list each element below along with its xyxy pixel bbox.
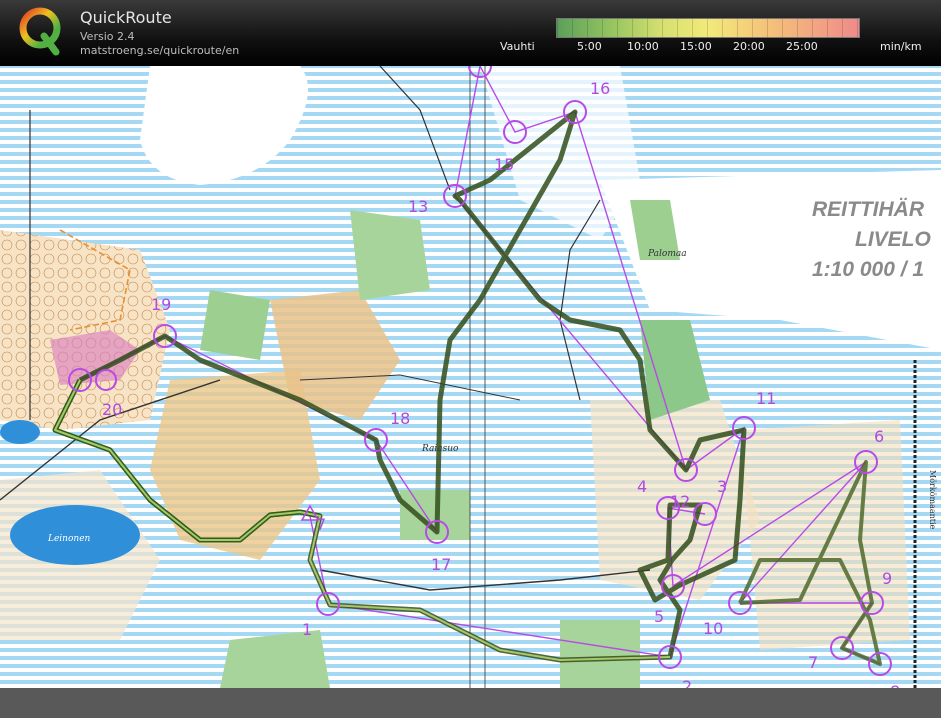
control-number: 9 bbox=[882, 569, 892, 588]
map-terrain bbox=[0, 66, 941, 688]
control-number: 5 bbox=[654, 607, 664, 626]
control-number: 19 bbox=[151, 295, 171, 314]
app-header: QuickRoute Versio 2.4 matstroeng.se/quic… bbox=[0, 0, 941, 66]
control-number: 18 bbox=[390, 409, 410, 428]
control-number: 2 bbox=[682, 677, 692, 688]
place-name: Leinonen bbox=[47, 534, 91, 544]
control-number: 20 bbox=[102, 400, 122, 419]
pace-color-scale bbox=[556, 18, 860, 38]
pace-tick: 25:00 bbox=[786, 40, 818, 53]
control-number: 12 bbox=[670, 492, 690, 511]
control-number: 16 bbox=[590, 79, 610, 98]
control-number: 10 bbox=[703, 619, 723, 638]
pace-tick: 20:00 bbox=[733, 40, 765, 53]
place-name: Mörkömaantie bbox=[928, 470, 937, 530]
quickroute-logo-icon bbox=[19, 7, 61, 56]
control-number: 17 bbox=[431, 555, 451, 574]
control-number: 1 bbox=[302, 620, 312, 639]
control-number: 7 bbox=[316, 515, 326, 534]
bottom-bar bbox=[0, 688, 941, 718]
place-name: Palomaa bbox=[647, 249, 687, 259]
pace-legend-label: Vauhti bbox=[500, 40, 535, 53]
control-number: 15 bbox=[494, 155, 514, 174]
map-title-line: LIVELO bbox=[855, 228, 931, 251]
orienteering-map[interactable]: REITTIHÄR LIVELO 1:10 000 / 1 Palomaa Ra… bbox=[0, 66, 941, 688]
pace-unit: min/km bbox=[880, 40, 922, 53]
control-number: 3 bbox=[717, 477, 727, 496]
control-number: 6 bbox=[874, 427, 884, 446]
app-url: matstroeng.se/quickroute/en bbox=[80, 44, 240, 57]
pace-tick: 10:00 bbox=[627, 40, 659, 53]
map-title-line: REITTIHÄR bbox=[812, 198, 925, 221]
control-number: 4 bbox=[637, 477, 647, 496]
control-number: 13 bbox=[408, 197, 428, 216]
control-number: 11 bbox=[756, 389, 776, 408]
control-number: 7 bbox=[808, 653, 818, 672]
pace-tick: 5:00 bbox=[577, 40, 602, 53]
app-title: QuickRoute bbox=[80, 8, 172, 27]
app-version: Versio 2.4 bbox=[80, 30, 135, 43]
pace-tick: 15:00 bbox=[680, 40, 712, 53]
map-title-line: 1:10 000 / 1 bbox=[812, 258, 924, 281]
